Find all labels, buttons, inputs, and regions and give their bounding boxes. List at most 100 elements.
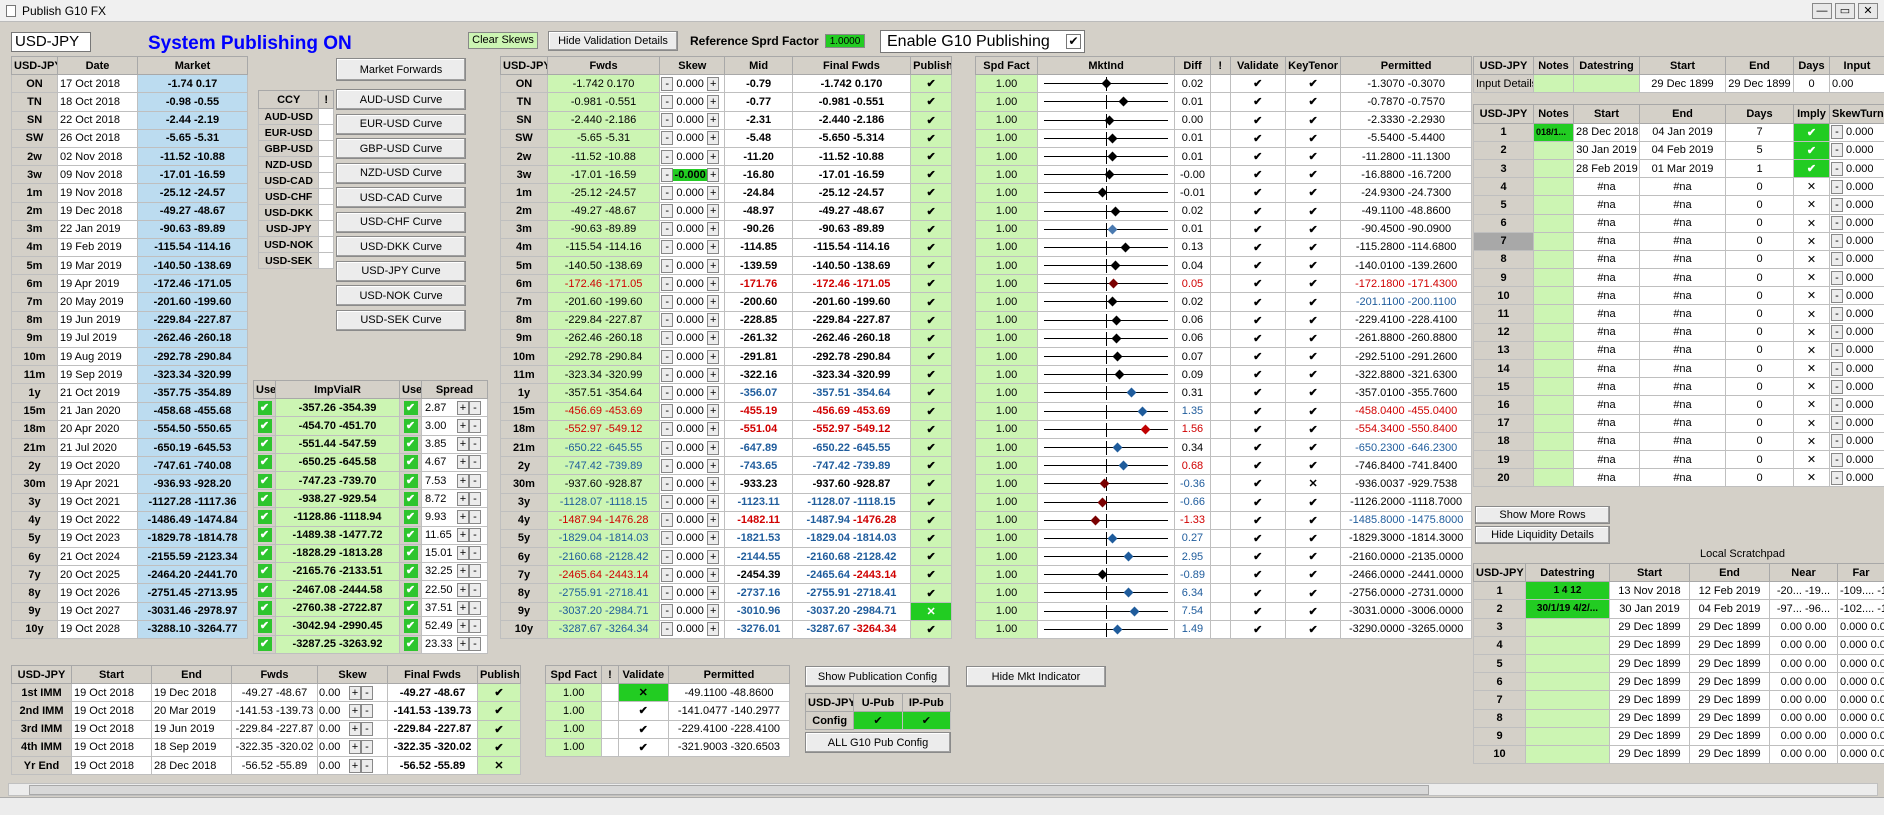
notes-cell[interactable]: [1533, 322, 1574, 342]
spd-fact-cell[interactable]: 1.00: [975, 110, 1038, 130]
validate-cell[interactable]: ✔: [1229, 292, 1286, 312]
imm-spd-fact[interactable]: 1.00: [544, 683, 603, 703]
validate-cell[interactable]: ✔: [1229, 365, 1286, 385]
skew-plus-button[interactable]: +: [707, 440, 720, 455]
keytenor-cell[interactable]: ✔: [1284, 619, 1342, 640]
validate-cell[interactable]: ✔: [1229, 256, 1286, 276]
spread-plus-button[interactable]: +: [457, 437, 469, 452]
skew-plus-button[interactable]: +: [707, 458, 720, 473]
use-checkbox[interactable]: ✔: [257, 455, 272, 470]
spread-plus-button[interactable]: +: [457, 491, 469, 506]
spd-fact-cell[interactable]: 1.00: [975, 346, 1038, 367]
keytenor-cell[interactable]: ✕: [1284, 474, 1342, 494]
spread-value[interactable]: 23.33: [423, 638, 457, 650]
skew-value[interactable]: 0.000: [673, 514, 707, 526]
curve-button[interactable]: USD-CHF Curve: [336, 211, 466, 233]
skew-value[interactable]: 0.000: [673, 241, 707, 253]
spread-minus-button[interactable]: -: [469, 600, 481, 615]
imply-cell[interactable]: ✕: [1793, 304, 1830, 324]
notes-cell[interactable]: 018/1...: [1533, 122, 1574, 142]
use-checkbox[interactable]: ✔: [257, 400, 272, 415]
skew-minus-button[interactable]: -: [661, 367, 674, 382]
skew-plus-button[interactable]: +: [707, 131, 720, 146]
validate-cell[interactable]: ✔: [1229, 601, 1286, 621]
spd-fact-cell[interactable]: 1.00: [975, 128, 1038, 148]
imply-cell[interactable]: ✔: [1793, 158, 1830, 179]
ref-sprd-value[interactable]: 1.0000: [825, 34, 865, 48]
spd-fact-cell[interactable]: 1.00: [975, 292, 1038, 312]
spd-fact-cell[interactable]: 1.00: [975, 365, 1038, 385]
skew-minus-button[interactable]: -: [661, 440, 674, 455]
skew-plus-button[interactable]: +: [707, 295, 720, 310]
skew-value[interactable]: 0.000: [673, 605, 707, 617]
skewturn-value[interactable]: 0.000: [1843, 163, 1874, 175]
skew-value[interactable]: 0.000: [673, 278, 707, 290]
spd-fact-cell[interactable]: 1.00: [975, 492, 1038, 512]
skew-plus-button[interactable]: +: [707, 349, 720, 364]
use-checkbox[interactable]: ✔: [257, 637, 272, 652]
validate-cell[interactable]: ✔: [1229, 383, 1286, 403]
upub-toggle[interactable]: ✔: [853, 711, 903, 731]
ccy-flag[interactable]: [318, 236, 334, 254]
spread-plus-button[interactable]: +: [457, 400, 469, 415]
notes-cell[interactable]: [1533, 395, 1574, 415]
curve-button[interactable]: Market Forwards: [336, 58, 466, 81]
skew-minus-button[interactable]: -: [661, 276, 674, 291]
validate-cell[interactable]: ✔: [1229, 74, 1286, 94]
spread-minus-button[interactable]: -: [469, 637, 481, 652]
spread-value[interactable]: 32.25: [423, 565, 457, 577]
keytenor-cell[interactable]: ✔: [1284, 601, 1342, 621]
datestring-cell[interactable]: [1525, 708, 1610, 728]
skew-minus-button[interactable]: -: [661, 349, 674, 364]
spd-fact-cell[interactable]: 1.00: [975, 383, 1038, 403]
skewturn-value[interactable]: 0.000: [1843, 235, 1874, 247]
notes-cell[interactable]: [1533, 449, 1574, 470]
spread-plus-button[interactable]: +: [457, 546, 469, 561]
spread-minus-button[interactable]: -: [469, 546, 481, 561]
keytenor-cell[interactable]: ✔: [1284, 183, 1342, 203]
skew-minus-button[interactable]: -: [661, 167, 674, 182]
publish-cell[interactable]: ✔: [910, 110, 952, 130]
imply-cell[interactable]: ✕: [1793, 468, 1830, 488]
skew-plus-button[interactable]: +: [707, 404, 720, 419]
publish-cell[interactable]: ✔: [910, 510, 952, 530]
curve-button[interactable]: USD-JPY Curve: [336, 260, 466, 282]
validate-cell[interactable]: ✔: [1229, 274, 1286, 294]
spd-fact-cell[interactable]: 1.00: [975, 510, 1038, 530]
skew-minus-button[interactable]: -: [661, 295, 674, 310]
spread-plus-button[interactable]: +: [457, 582, 469, 597]
validate-cell[interactable]: ✔: [1229, 310, 1286, 330]
use-checkbox[interactable]: ✔: [403, 509, 418, 524]
skew-minus-button[interactable]: -: [661, 131, 674, 146]
imply-cell[interactable]: ✔: [1793, 140, 1830, 160]
skew-value[interactable]: 0.000: [673, 369, 707, 381]
skew-minus-button[interactable]: -: [661, 586, 674, 601]
skew-minus-button[interactable]: -: [661, 185, 674, 200]
spread-plus-button[interactable]: +: [457, 528, 469, 543]
datestring-cell[interactable]: 1 4 12: [1525, 581, 1610, 601]
show-pub-config-button[interactable]: Show Publication Config: [805, 666, 950, 687]
use-checkbox[interactable]: ✔: [403, 455, 418, 470]
validate-cell[interactable]: ✔: [1229, 419, 1286, 439]
keytenor-cell[interactable]: ✔: [1284, 528, 1342, 549]
spd-fact-cell[interactable]: 1.00: [975, 547, 1038, 567]
publish-cell[interactable]: ✔: [910, 219, 952, 239]
validate-cell[interactable]: ✔: [1229, 510, 1286, 530]
spread-minus-button[interactable]: -: [469, 491, 481, 506]
validate-cell[interactable]: ✔: [1229, 165, 1286, 185]
keytenor-cell[interactable]: ✔: [1284, 92, 1342, 112]
skew-minus-button[interactable]: -: [661, 94, 674, 109]
validate-cell[interactable]: ✔: [1229, 237, 1286, 258]
imply-cell[interactable]: ✕: [1793, 249, 1830, 270]
spread-minus-button[interactable]: -: [469, 582, 481, 597]
imply-cell[interactable]: ✕: [1793, 449, 1830, 470]
imply-cell[interactable]: ✕: [1793, 177, 1830, 197]
validate-cell[interactable]: ✔: [1229, 219, 1286, 239]
skew-plus-button[interactable]: +: [707, 367, 720, 382]
use-checkbox[interactable]: ✔: [403, 491, 418, 506]
datestring-cell[interactable]: [1525, 617, 1610, 637]
imm-skew-plus[interactable]: +: [349, 740, 361, 755]
imply-cell[interactable]: ✕: [1793, 377, 1830, 397]
spd-fact-cell[interactable]: 1.00: [975, 565, 1038, 585]
skew-plus-button[interactable]: +: [707, 567, 720, 582]
